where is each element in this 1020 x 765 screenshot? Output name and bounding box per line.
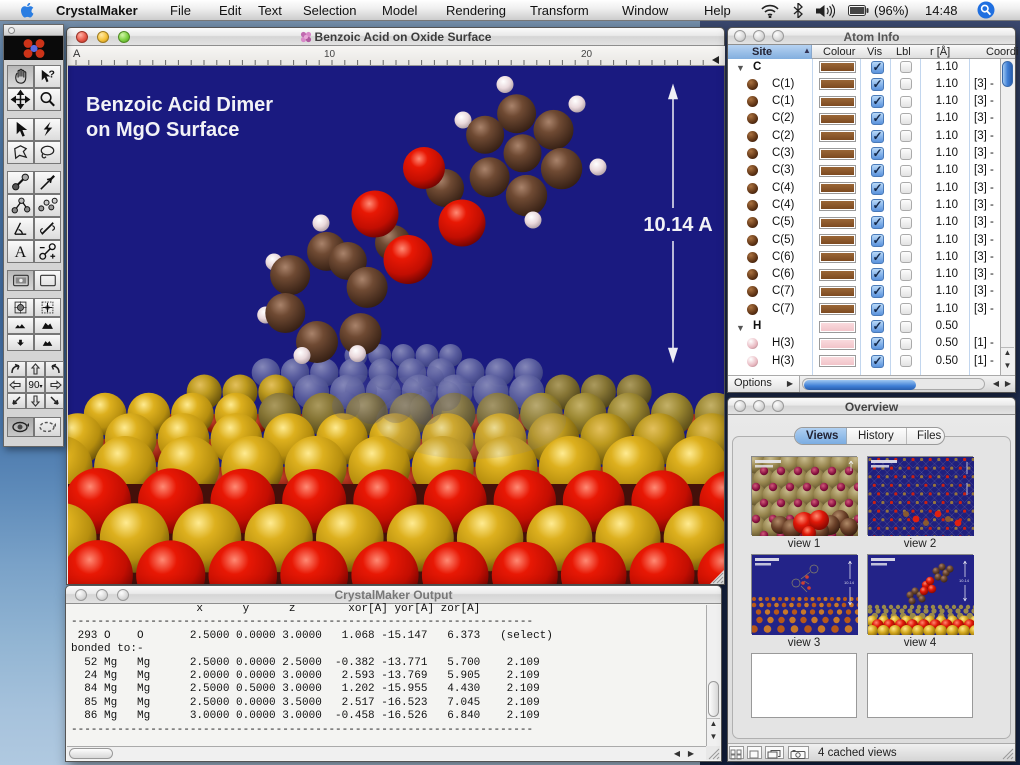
svg-text:Benzoic Acid Dimer: Benzoic Acid Dimer xyxy=(86,94,273,116)
svg-text:on MgO Surface: on MgO Surface xyxy=(86,119,239,141)
svg-text:A: A xyxy=(15,243,27,261)
svg-text:10.14: 10.14 xyxy=(844,580,855,585)
svg-text:10.14: 10.14 xyxy=(959,578,970,583)
svg-text:10: 10 xyxy=(324,49,336,60)
svg-text:10.14 A: 10.14 A xyxy=(643,214,712,236)
svg-text:?: ? xyxy=(48,68,54,80)
svg-text:20: 20 xyxy=(581,49,593,60)
